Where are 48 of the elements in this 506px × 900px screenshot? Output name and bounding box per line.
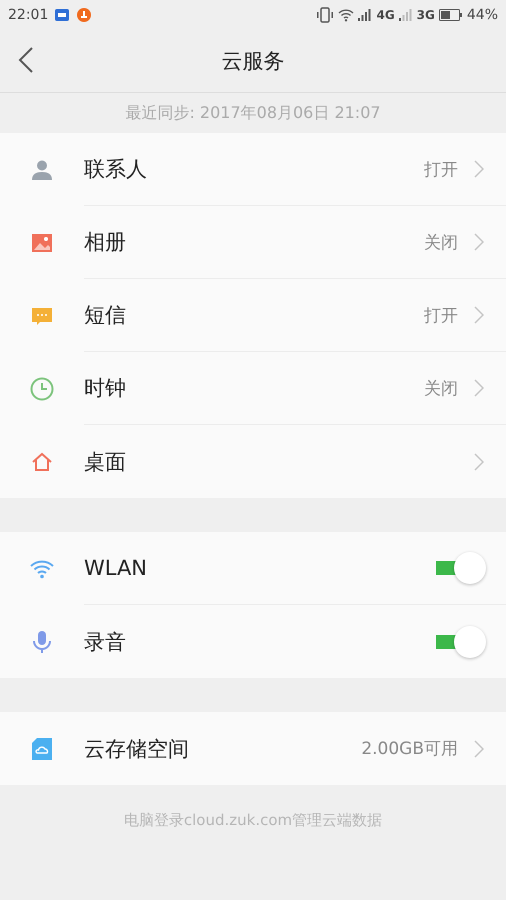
toggle-row[interactable]: WLAN [0,532,506,605]
chevron-icon [474,379,484,397]
chevron-icon [474,740,484,758]
image-icon [31,232,53,254]
row-label: 相册 [84,229,127,256]
settings-row[interactable]: 联系人 打开 [0,133,506,206]
page-title: 云服务 [222,48,284,75]
status-time: 22:01 [8,7,48,23]
clock-icon [30,376,54,400]
row-value: 关闭 [424,232,458,254]
microphone-icon [32,630,52,654]
last-sync-text: 最近同步: 2017年08月06日 21:07 [124,102,382,124]
chevron-icon [474,233,484,251]
row-value: 2.00GB可用 [361,738,458,760]
wifi-icon [29,558,55,578]
home-icon [31,452,53,472]
settings-row[interactable]: 桌面 [0,425,506,498]
chevron-icon [474,452,484,470]
person-icon [31,158,53,180]
row-label: WLAN [84,556,148,580]
row-value: 打开 [424,158,458,180]
settings-row[interactable]: 相册 关闭 [0,206,506,279]
network-type: 4G [376,8,395,22]
wifi-icon [338,8,354,22]
row-value: 打开 [424,304,458,326]
battery-icon [438,9,463,21]
vibrate-icon [316,7,334,23]
toggle-row[interactable]: 录音 [0,605,506,678]
settings-row[interactable]: 短信 打开 [0,279,506,352]
network-type: 3G [416,8,435,22]
row-value: 关闭 [424,378,458,400]
settings-row[interactable]: 云存储空间 2.00GB可用 [0,712,506,785]
app-notification-icon [54,7,70,23]
app-notification-icon [76,7,92,23]
chevron-icon [474,306,484,324]
row-label: 云存储空间 [84,736,190,762]
signal-icon [398,9,413,21]
row-label: 录音 [84,628,127,656]
row-label: 时钟 [84,375,127,402]
chevron-icon [474,160,484,178]
footer-note: 电脑登录cloud.zuk.com管理云端数据 [122,811,384,830]
row-label: 桌面 [84,448,127,476]
signal-icon [358,9,372,21]
row-label: 短信 [84,302,127,329]
cloud-storage-icon [31,736,53,760]
battery-percent: 44% [466,7,498,23]
settings-row[interactable]: 时钟 关闭 [0,352,506,425]
row-label: 联系人 [84,156,148,183]
